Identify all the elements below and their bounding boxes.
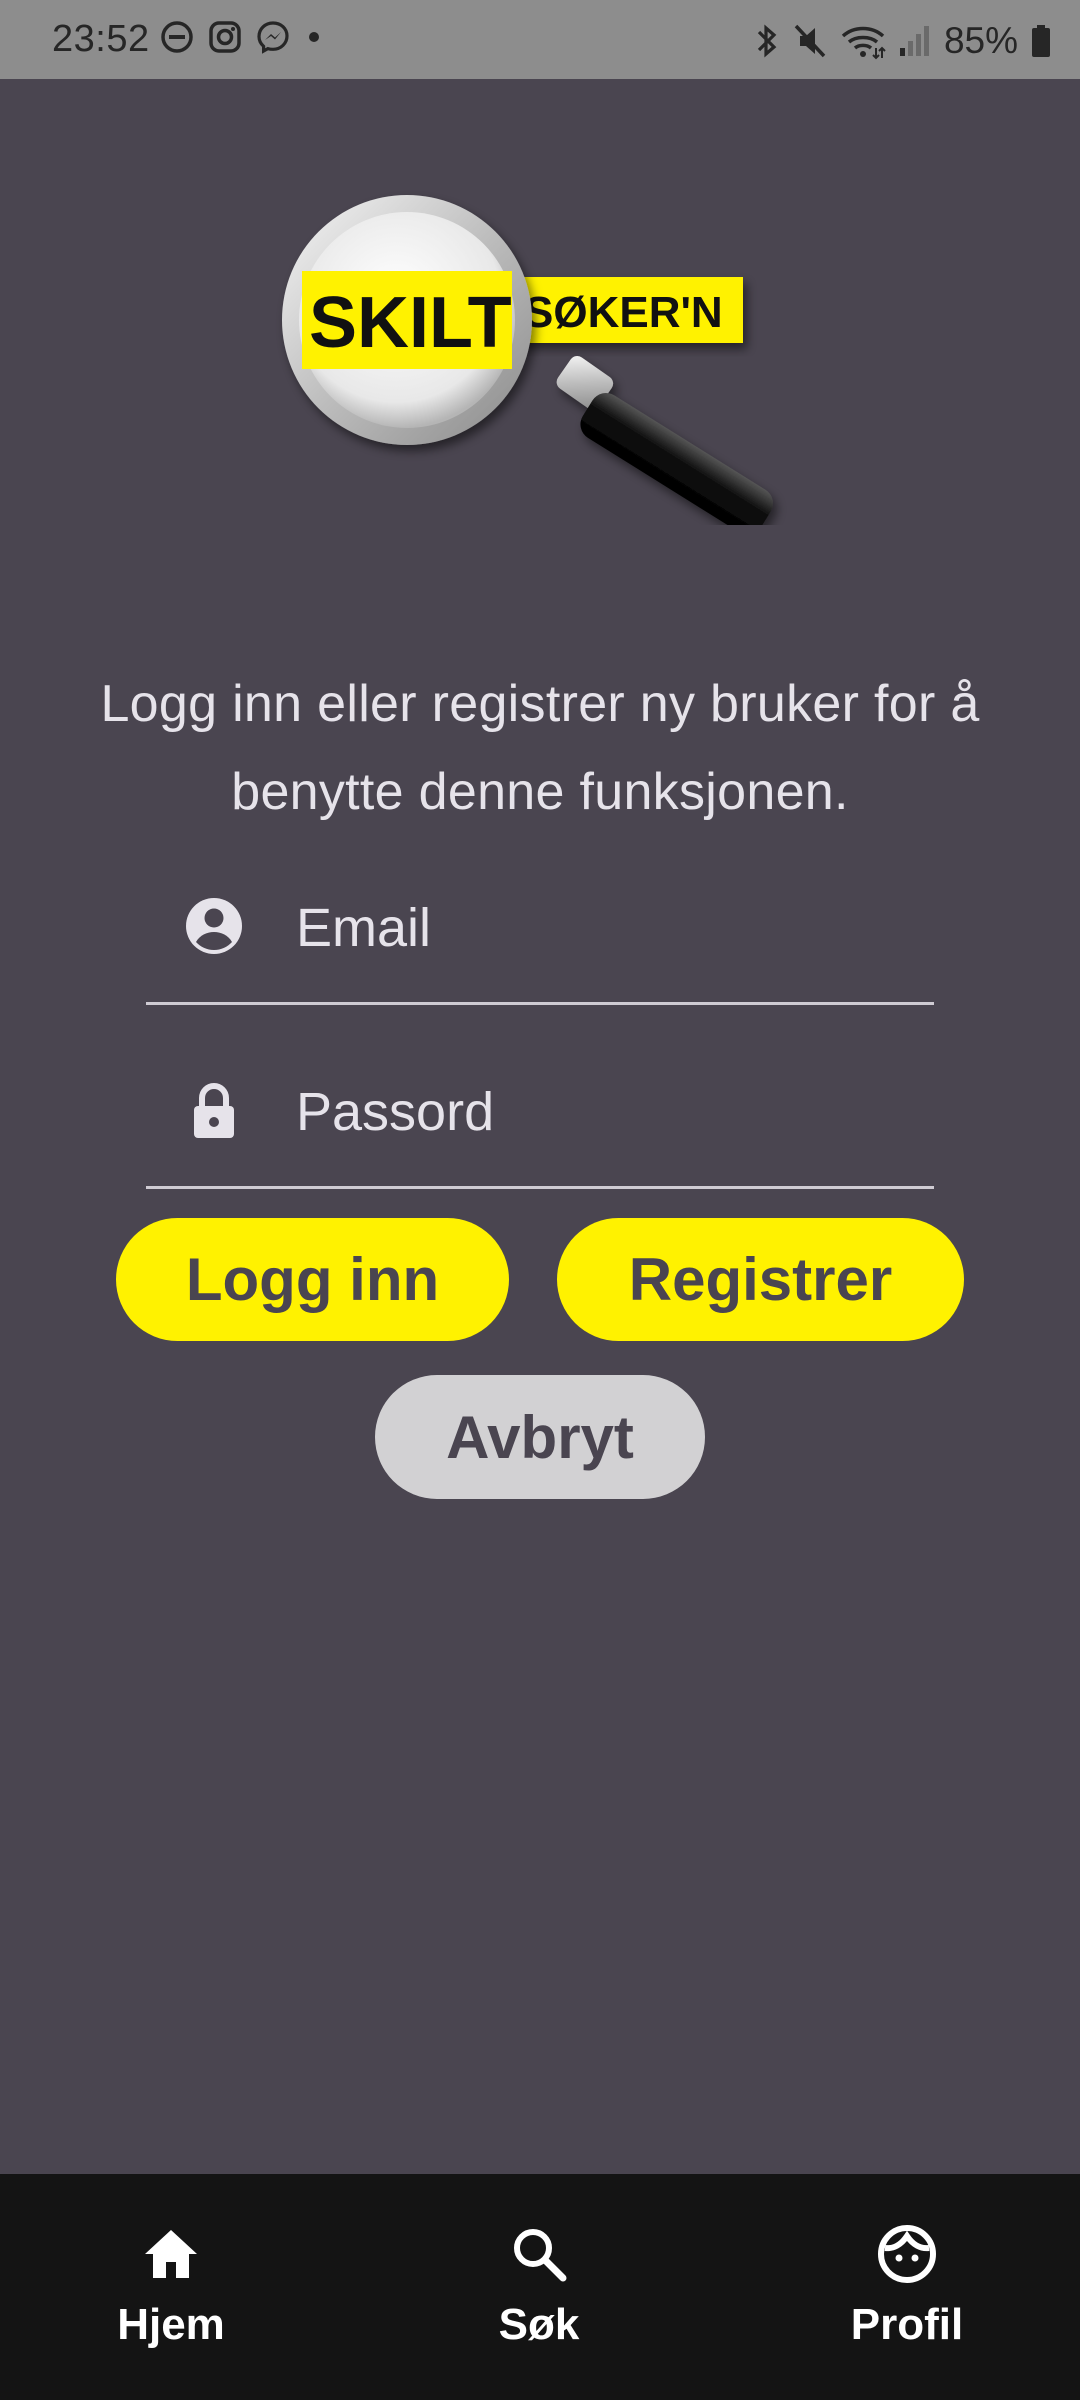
system-icons: 85%	[754, 20, 1052, 62]
signal-icon	[898, 22, 932, 60]
app-logo: SØKER'N SKILT	[272, 185, 812, 535]
status-bar: 23:52 85%	[0, 0, 1080, 79]
home-icon	[139, 2222, 203, 2286]
cancel-button[interactable]: Avbryt	[375, 1375, 705, 1499]
wifi-icon	[840, 22, 886, 60]
battery-percent: 85%	[943, 20, 1018, 61]
instagram-icon	[208, 20, 242, 54]
email-input[interactable]	[294, 882, 918, 974]
register-button[interactable]: Registrer	[557, 1218, 964, 1341]
profile-face-icon	[875, 2222, 939, 2286]
nav-label-profile: Profil	[850, 2300, 964, 2349]
login-required-message: Logg inn eller registrer ny bruker for å…	[100, 675, 980, 821]
nav-item-search[interactable]: Søk	[419, 2222, 659, 2350]
dot-icon	[304, 20, 324, 54]
nav-label-home: Hjem	[117, 2300, 225, 2349]
logo-word-sokern: SØKER'N	[524, 288, 723, 337]
bottom-navigation: Hjem Søk Profil	[0, 2174, 1080, 2400]
nav-item-profile[interactable]: Profil	[787, 2222, 1027, 2350]
bluetooth-icon	[754, 22, 780, 60]
status-time: 23:52	[52, 18, 150, 60]
password-input[interactable]	[294, 1066, 918, 1158]
password-field[interactable]	[146, 1066, 934, 1189]
lock-icon	[184, 1080, 244, 1140]
login-button[interactable]: Logg inn	[116, 1218, 509, 1341]
mute-icon	[792, 22, 828, 60]
messenger-icon	[256, 20, 290, 54]
do-not-disturb-icon	[160, 20, 194, 54]
nav-item-home[interactable]: Hjem	[51, 2222, 291, 2350]
search-icon	[507, 2222, 571, 2286]
account-circle-icon	[184, 896, 244, 956]
battery-icon	[1030, 22, 1052, 60]
nav-label-search: Søk	[498, 2300, 580, 2349]
email-field[interactable]	[146, 882, 934, 1005]
logo-word-skilt: SKILT	[309, 283, 512, 363]
notification-icons	[160, 20, 324, 54]
